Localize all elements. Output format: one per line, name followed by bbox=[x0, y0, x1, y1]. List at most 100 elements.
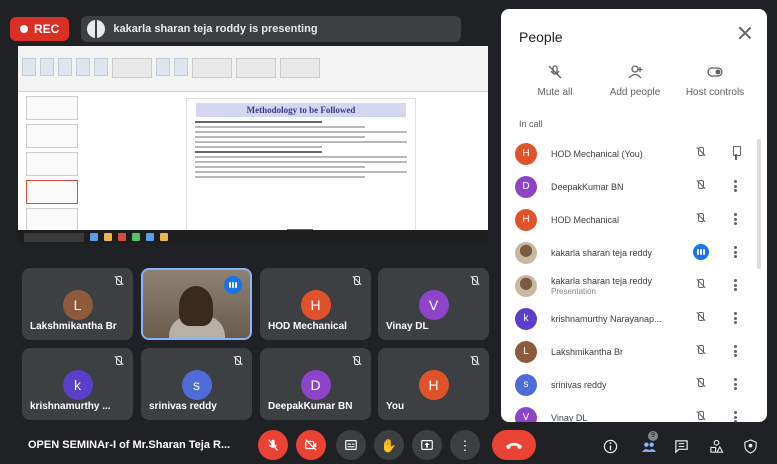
captions-icon bbox=[345, 440, 357, 450]
more-options-button[interactable]: ⋮ bbox=[450, 430, 480, 460]
participant-name: kakarla sharan teja reddy Presentation bbox=[551, 276, 681, 296]
leave-call-button[interactable] bbox=[492, 430, 536, 460]
slide-thumbnail bbox=[26, 96, 78, 120]
current-slide: Methodology to be Followed bbox=[186, 98, 416, 238]
list-item[interactable]: s srinivas reddy bbox=[511, 368, 757, 401]
host-controls-label: Host controls bbox=[685, 87, 745, 98]
mic-off-icon[interactable] bbox=[695, 147, 707, 159]
add-people-button[interactable]: Add people bbox=[595, 65, 675, 98]
mic-off-icon[interactable] bbox=[695, 345, 707, 357]
mic-off-icon bbox=[349, 274, 363, 288]
ribbon-button bbox=[58, 58, 72, 76]
participant-subtitle: Presentation bbox=[551, 286, 596, 296]
raise-hand-button[interactable]: ✋ bbox=[374, 430, 404, 460]
activities-icon bbox=[709, 439, 724, 453]
meeting-title: OPEN SEMINAr-I of Mr.Sharan Teja R... bbox=[28, 439, 231, 451]
slide-title: Methodology to be Followed bbox=[196, 103, 406, 117]
participant-name: HOD Mechanical bbox=[268, 321, 347, 332]
participant-name: Lakshmikantha Br bbox=[551, 346, 624, 357]
meeting-details-button[interactable] bbox=[601, 437, 619, 455]
avatar: V bbox=[515, 406, 537, 422]
mic-off-icon[interactable] bbox=[695, 279, 707, 291]
avatar: H bbox=[515, 208, 537, 231]
mic-off-icon[interactable] bbox=[695, 180, 707, 192]
participant-video-tile[interactable] bbox=[141, 268, 252, 340]
avatar: s bbox=[181, 370, 212, 400]
mic-off-icon[interactable] bbox=[695, 213, 707, 225]
app-ribbon bbox=[18, 46, 488, 92]
self-tile[interactable]: H You bbox=[378, 348, 489, 420]
more-options-icon[interactable] bbox=[733, 246, 737, 258]
host-controls-button[interactable]: Host controls bbox=[675, 65, 755, 98]
activities-button[interactable] bbox=[707, 437, 725, 455]
mic-off-icon[interactable] bbox=[695, 411, 707, 422]
present-button[interactable] bbox=[412, 430, 442, 460]
host-controls-bottom-button[interactable] bbox=[741, 437, 759, 455]
mic-off-icon[interactable] bbox=[695, 312, 707, 324]
list-item[interactable]: H HOD Mechanical bbox=[511, 203, 757, 236]
add-people-icon bbox=[628, 65, 643, 79]
mic-toggle-button[interactable] bbox=[258, 430, 288, 460]
more-options-icon[interactable] bbox=[733, 378, 737, 390]
participant-name: srinivas reddy bbox=[149, 401, 217, 412]
list-item[interactable]: kakarla sharan teja reddy bbox=[511, 236, 757, 269]
taskbar-app-icon bbox=[160, 233, 168, 241]
participant-tile[interactable]: k krishnamurthy ... bbox=[22, 348, 133, 420]
close-icon[interactable] bbox=[737, 25, 753, 41]
more-options-icon[interactable] bbox=[733, 345, 737, 357]
hang-up-icon bbox=[505, 442, 523, 449]
participant-name-text: kakarla sharan teja reddy bbox=[551, 275, 653, 286]
avatar: V bbox=[418, 290, 449, 320]
participant-tile[interactable]: D DeepakKumar BN bbox=[260, 348, 371, 420]
mic-off-icon bbox=[268, 439, 278, 451]
participant-name: HOD Mechanical (You) bbox=[551, 148, 643, 159]
pin-icon[interactable] bbox=[731, 146, 741, 160]
ribbon-group bbox=[192, 58, 232, 78]
camera-toggle-button[interactable] bbox=[296, 430, 326, 460]
more-vert-icon: ⋮ bbox=[458, 437, 472, 453]
more-options-icon[interactable] bbox=[733, 180, 737, 192]
ribbon-group bbox=[280, 58, 320, 78]
participant-name: srinivas reddy bbox=[551, 379, 607, 390]
ribbon-button bbox=[40, 58, 54, 76]
participant-tile[interactable]: V Vinay DL bbox=[378, 268, 489, 340]
participant-tile[interactable]: L Lakshmikantha Br bbox=[22, 268, 133, 340]
more-options-icon[interactable] bbox=[733, 312, 737, 324]
captions-button[interactable] bbox=[336, 430, 366, 460]
list-item[interactable]: H HOD Mechanical (You) bbox=[511, 137, 757, 170]
list-item[interactable]: kakarla sharan teja reddy Presentation bbox=[511, 269, 757, 302]
video-person-head bbox=[179, 286, 213, 326]
panel-scrollbar[interactable] bbox=[757, 139, 761, 269]
mic-off-icon[interactable] bbox=[695, 378, 707, 390]
avatar: L bbox=[62, 290, 93, 320]
list-item[interactable]: L Lakshmikantha Br bbox=[511, 335, 757, 368]
participant-name: You bbox=[386, 401, 405, 412]
top-bar: REC kakarla sharan teja roddy is present… bbox=[10, 14, 462, 44]
bottom-bar: OPEN SEMINAr-I of Mr.Sharan Teja R... ✋ bbox=[0, 428, 777, 464]
shield-lock-icon bbox=[743, 438, 757, 454]
avatar: H bbox=[418, 370, 449, 400]
list-item[interactable]: V Vinay DL bbox=[511, 401, 757, 422]
mute-all-icon bbox=[548, 65, 562, 79]
avatar-photo bbox=[515, 274, 537, 297]
more-options-icon[interactable] bbox=[733, 213, 737, 225]
mic-off-icon bbox=[111, 274, 125, 288]
taskbar-app-icon bbox=[90, 233, 98, 241]
participant-tile[interactable]: s srinivas reddy bbox=[141, 348, 252, 420]
participant-name: Vinay DL bbox=[386, 321, 429, 332]
mute-all-button[interactable]: Mute all bbox=[515, 65, 595, 98]
participant-name: krishnamurthy Narayanap... bbox=[551, 313, 662, 324]
people-panel: People Mute all Add people Host controls… bbox=[501, 9, 767, 422]
more-options-icon[interactable] bbox=[733, 411, 737, 422]
slide-thumbnail bbox=[26, 152, 78, 176]
people-button[interactable]: 9 bbox=[640, 431, 658, 455]
participant-tile[interactable]: H HOD Mechanical bbox=[260, 268, 371, 340]
more-options-icon[interactable] bbox=[733, 279, 737, 291]
shared-screen: Methodology to be Followed bbox=[18, 46, 488, 244]
mic-off-icon bbox=[230, 354, 244, 368]
presenting-text: kakarla sharan teja roddy is presenting bbox=[113, 23, 318, 35]
ribbon-group bbox=[236, 58, 276, 78]
chat-button[interactable] bbox=[672, 437, 690, 455]
list-item[interactable]: D DeepakKumar BN bbox=[511, 170, 757, 203]
list-item[interactable]: k krishnamurthy Narayanap... bbox=[511, 302, 757, 335]
